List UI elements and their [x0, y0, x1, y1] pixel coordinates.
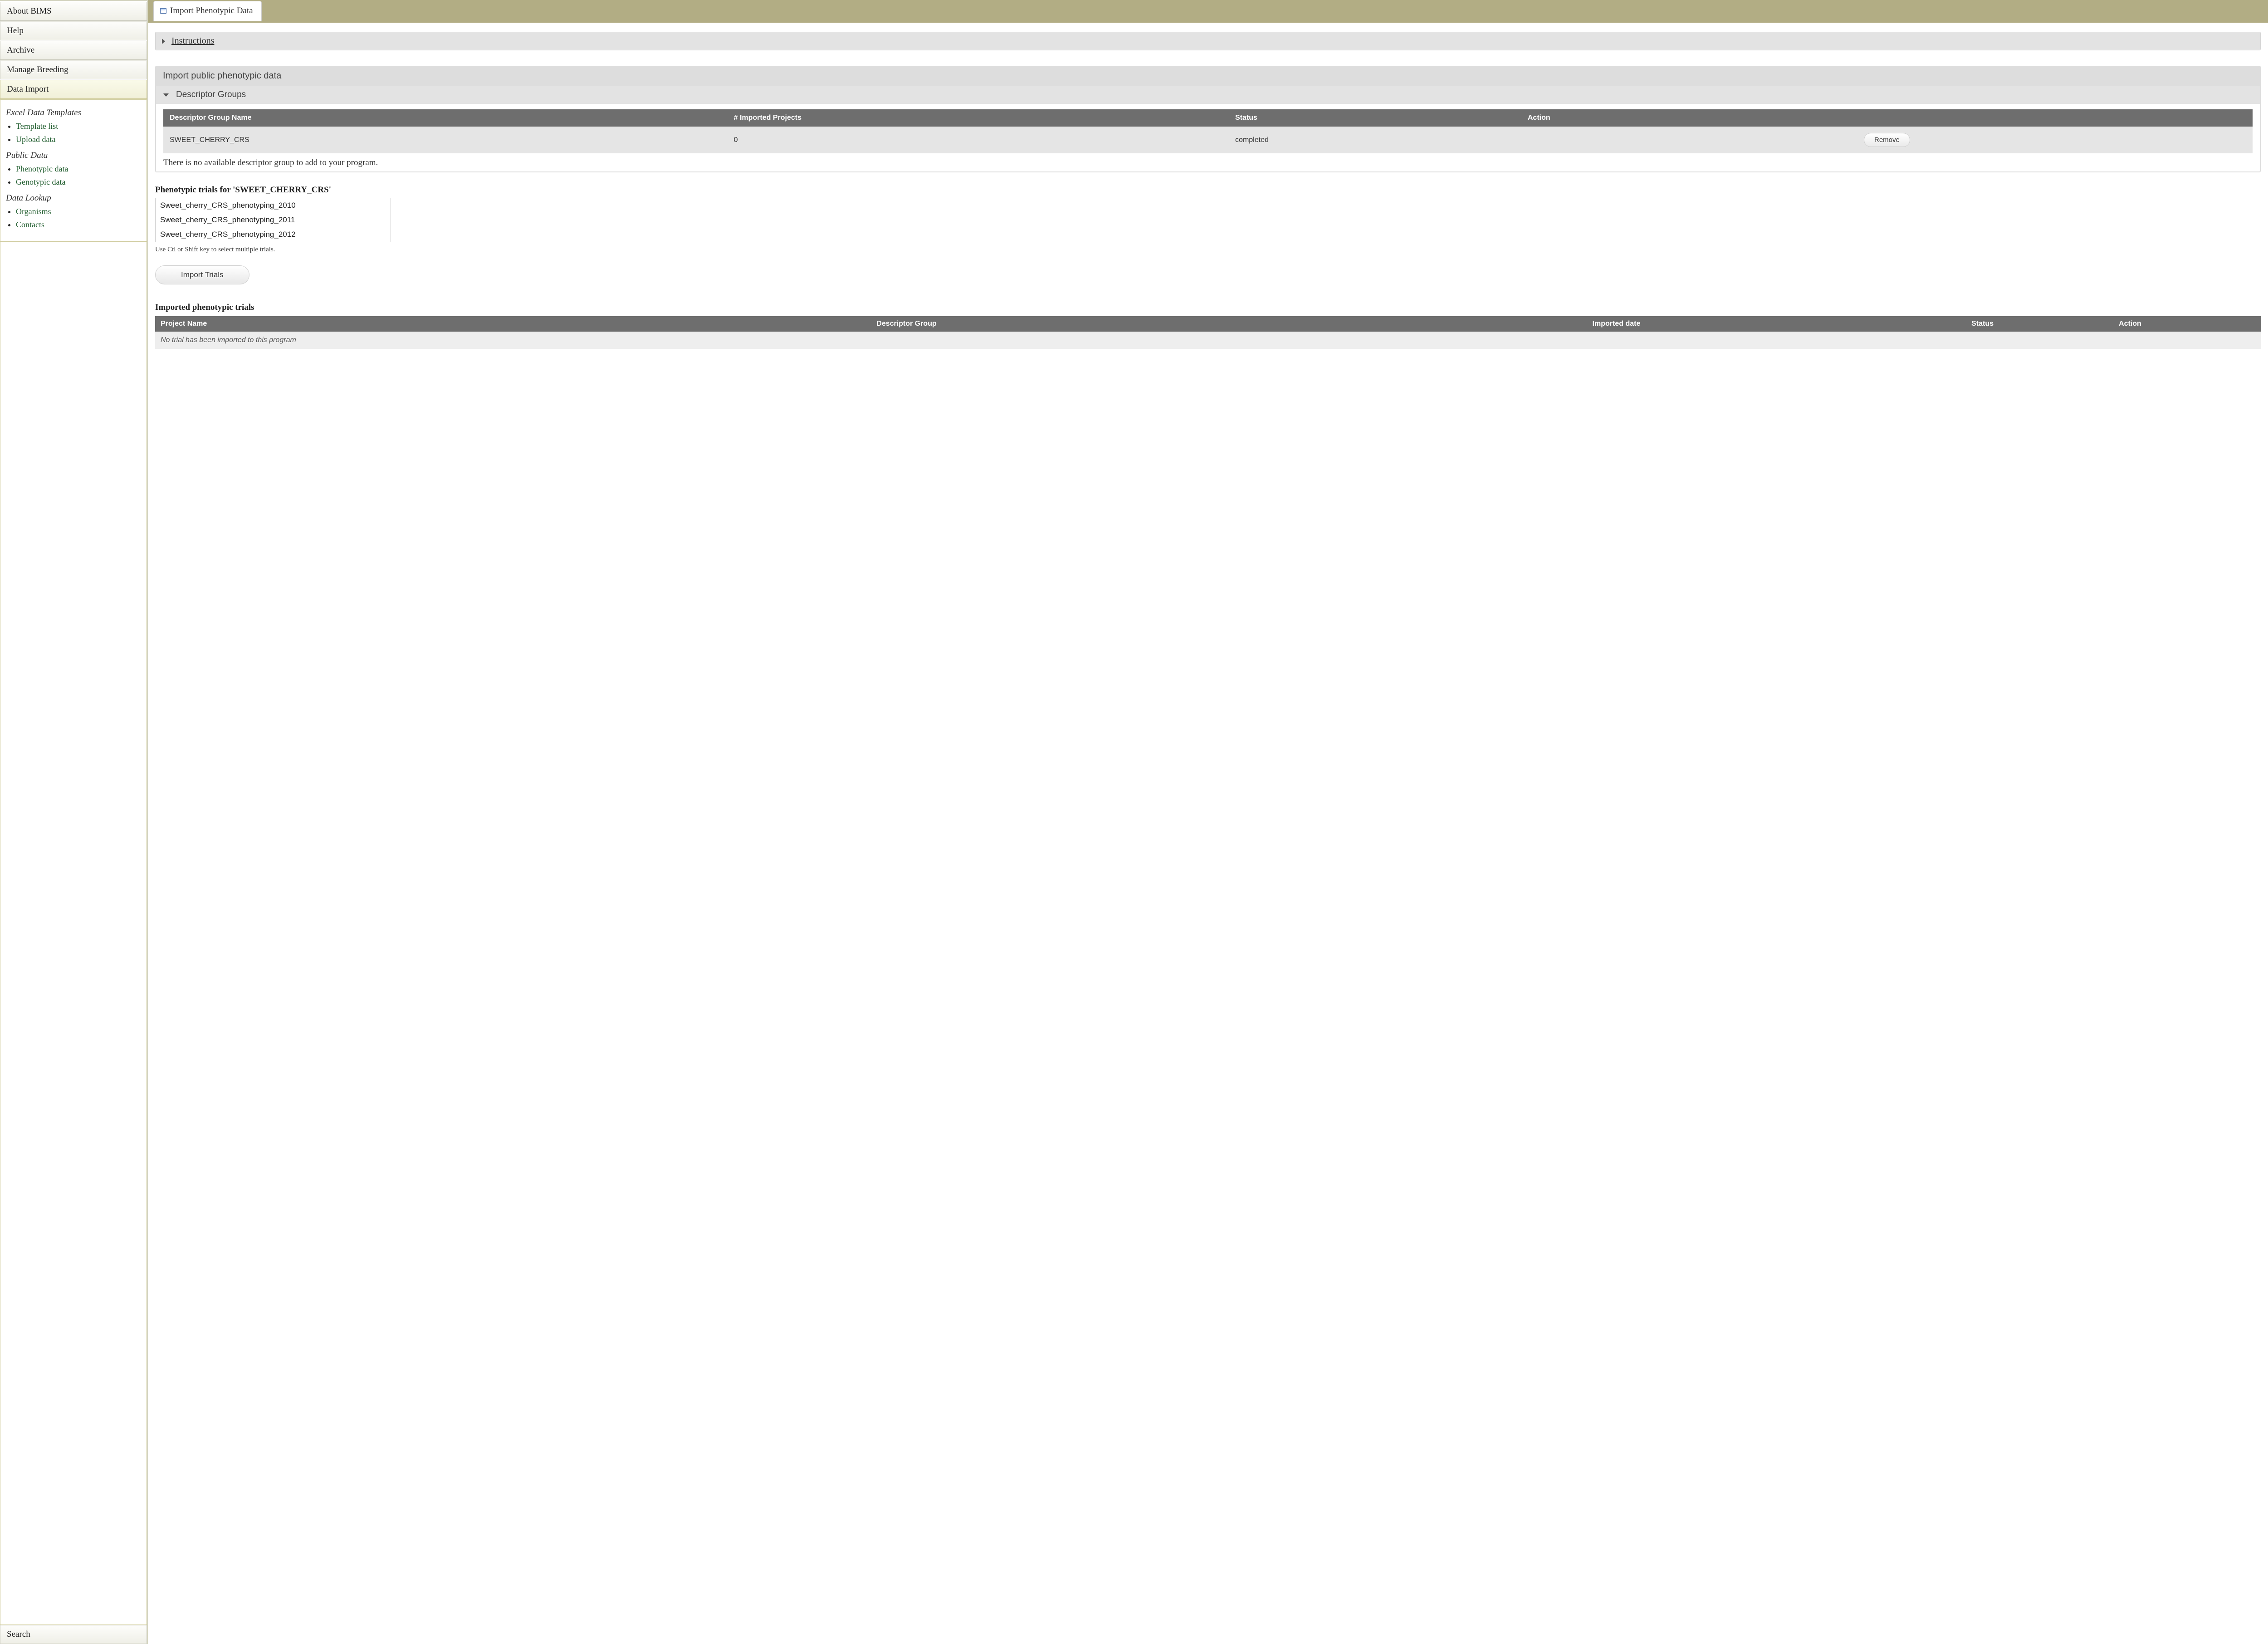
col-projects: # Imported Projects [728, 109, 1229, 127]
imp-col-project: Project Name [155, 316, 871, 332]
link-contacts[interactable]: Contacts [16, 220, 44, 229]
sidebar-item-search[interactable]: Search [0, 1625, 147, 1644]
imported-trials-table: Project Name Descriptor Group Imported d… [155, 316, 2261, 349]
table-row: No trial has been imported to this progr… [155, 332, 2261, 349]
link-phenotypic-data[interactable]: Phenotypic data [16, 164, 68, 173]
cell-action: Remove [1521, 127, 2253, 153]
list-item[interactable]: Sweet_cherry_CRS_phenotyping_2011 [156, 213, 391, 227]
descriptor-empty-note: There is no available descriptor group t… [163, 158, 2253, 168]
cell-status: completed [1229, 127, 1521, 153]
imp-col-date: Imported date [1587, 316, 1966, 332]
window-icon [160, 8, 166, 14]
descriptor-groups-title: Descriptor Groups [176, 90, 246, 100]
remove-button[interactable]: Remove [1864, 133, 1910, 147]
sidebar-item-data-import[interactable]: Data Import [0, 80, 147, 99]
cell-name: SWEET_CHERRY_CRS [163, 127, 728, 153]
link-organisms[interactable]: Organisms [16, 207, 51, 216]
sidebar-item-about[interactable]: About BIMS [0, 2, 147, 21]
cell-projects: 0 [728, 127, 1229, 153]
descriptor-groups-header[interactable]: Descriptor Groups [156, 86, 2260, 104]
list-item[interactable]: Sweet_cherry_CRS_phenotyping_2010 [156, 198, 391, 213]
sidebar-subheading-lookup: Data Lookup [6, 193, 141, 203]
trials-listbox[interactable]: Sweet_cherry_CRS_phenotyping_2010 Sweet_… [155, 198, 391, 242]
link-template-list[interactable]: Template list [16, 122, 58, 131]
sidebar-item-archive[interactable]: Archive [0, 41, 147, 60]
main: Import Phenotypic Data Instructions Impo… [148, 0, 2268, 1644]
trials-hint: Use Ctl or Shift key to select multiple … [155, 246, 2261, 254]
chevron-down-icon [163, 93, 169, 97]
imp-col-action: Action [2113, 316, 2261, 332]
descriptor-groups-subpanel: Descriptor Groups Descriptor Group Name … [156, 86, 2260, 172]
tab-label: Import Phenotypic Data [170, 6, 253, 16]
imported-title: Imported phenotypic trials [155, 303, 2261, 313]
tab-import-phenotypic[interactable]: Import Phenotypic Data [153, 1, 262, 21]
descriptor-groups-table: Descriptor Group Name # Imported Project… [163, 109, 2253, 153]
instructions-accordion[interactable]: Instructions [155, 32, 2261, 50]
sidebar-item-manage-breeding[interactable]: Manage Breeding [0, 60, 147, 79]
table-row: SWEET_CHERRY_CRS 0 completed Remove [163, 127, 2253, 153]
imp-col-descriptor: Descriptor Group [871, 316, 1587, 332]
trials-title: Phenotypic trials for 'SWEET_CHERRY_CRS' [155, 185, 2261, 195]
chevron-right-icon [162, 39, 165, 44]
imported-empty: No trial has been imported to this progr… [155, 332, 2261, 349]
import-trials-button[interactable]: Import Trials [155, 265, 249, 284]
col-name: Descriptor Group Name [163, 109, 728, 127]
top-bar: Import Phenotypic Data [148, 0, 2268, 23]
instructions-label: Instructions [171, 36, 214, 46]
sidebar-spacer [0, 242, 147, 1625]
col-action: Action [1521, 109, 2253, 127]
imp-col-status: Status [1966, 316, 2113, 332]
link-genotypic-data[interactable]: Genotypic data [16, 177, 65, 186]
col-status: Status [1229, 109, 1521, 127]
sidebar: About BIMS Help Archive Manage Breeding … [0, 0, 148, 1644]
import-panel-title: Import public phenotypic data [156, 66, 2260, 86]
sidebar-item-help[interactable]: Help [0, 21, 147, 40]
link-upload-data[interactable]: Upload data [16, 135, 55, 144]
main-content: Instructions Import public phenotypic da… [148, 23, 2268, 1644]
list-item[interactable]: Sweet_cherry_CRS_phenotyping_2012 [156, 227, 391, 242]
sidebar-subheading-excel: Excel Data Templates [6, 108, 141, 118]
import-panel: Import public phenotypic data Descriptor… [155, 66, 2261, 172]
sidebar-subheading-public: Public Data [6, 151, 141, 161]
sidebar-panel-data-import: Excel Data Templates Template list Uploa… [0, 99, 147, 242]
